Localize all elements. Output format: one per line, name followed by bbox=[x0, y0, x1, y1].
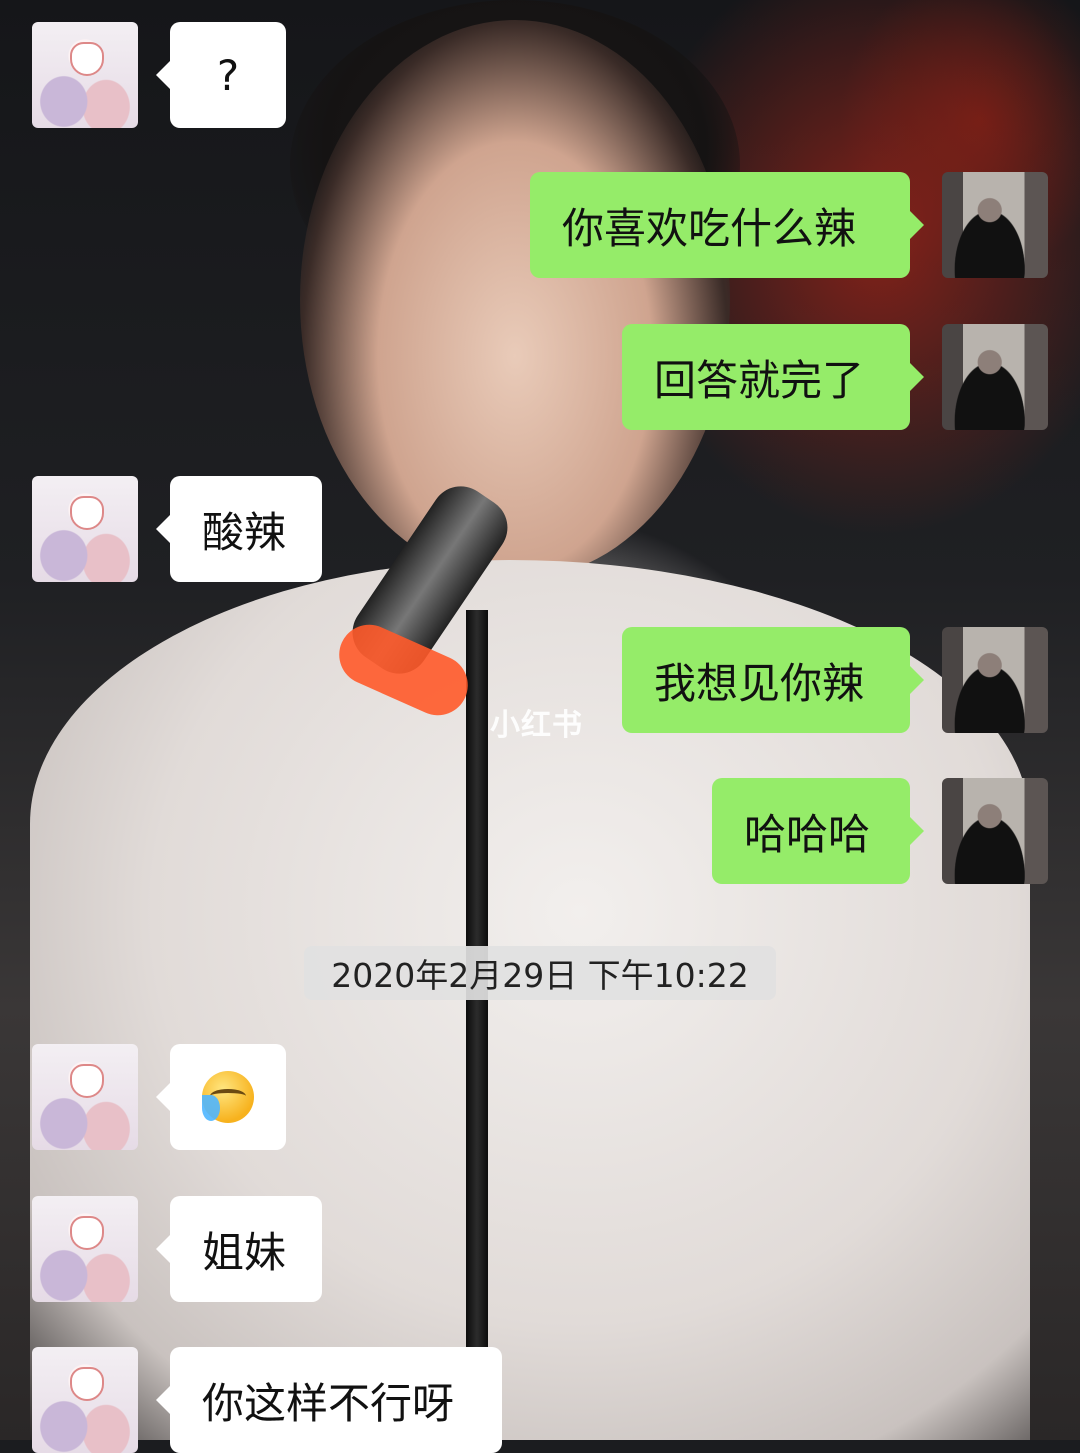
message-bubble-incoming[interactable]: 酸辣 bbox=[156, 476, 322, 582]
self-avatar[interactable] bbox=[942, 627, 1048, 733]
contact-avatar[interactable] bbox=[32, 476, 138, 582]
watermark: 小红书 bbox=[490, 708, 583, 743]
self-avatar[interactable] bbox=[942, 172, 1048, 278]
self-avatar[interactable] bbox=[942, 778, 1048, 884]
contact-avatar[interactable] bbox=[32, 1347, 138, 1453]
message-text: 我想见你辣 bbox=[654, 658, 865, 708]
message-text: 姐妹 bbox=[202, 1227, 287, 1277]
message-text: 你这样不行呀 bbox=[202, 1378, 455, 1428]
message-bubble-incoming[interactable]: ? bbox=[156, 22, 286, 128]
message-bubble-incoming[interactable]: 姐妹 bbox=[156, 1196, 322, 1302]
message-bubble-incoming[interactable]: 你这样不行呀 bbox=[156, 1347, 502, 1453]
chat-timestamp: 2020年2月29日 下午10:22 bbox=[304, 946, 776, 1000]
background-face bbox=[300, 20, 730, 580]
contact-avatar[interactable] bbox=[32, 22, 138, 128]
background-mic-stand bbox=[466, 610, 488, 1440]
message-text: 你喜欢吃什么辣 bbox=[562, 203, 857, 253]
contact-avatar[interactable] bbox=[32, 1196, 138, 1302]
message-text: 回答就完了 bbox=[654, 355, 865, 405]
message-bubble-incoming[interactable] bbox=[156, 1044, 286, 1150]
message-bubble-outgoing[interactable]: 我想见你辣 bbox=[622, 627, 924, 733]
message-text: 酸辣 bbox=[202, 507, 287, 557]
message-bubble-outgoing[interactable]: 你喜欢吃什么辣 bbox=[530, 172, 924, 278]
message-text: 哈哈哈 bbox=[744, 809, 871, 859]
crying-laughing-emoji-icon bbox=[202, 1071, 254, 1123]
message-bubble-outgoing[interactable]: 回答就完了 bbox=[622, 324, 924, 430]
self-avatar[interactable] bbox=[942, 324, 1048, 430]
message-bubble-outgoing[interactable]: 哈哈哈 bbox=[712, 778, 924, 884]
message-text: ? bbox=[216, 50, 240, 100]
contact-avatar[interactable] bbox=[32, 1044, 138, 1150]
